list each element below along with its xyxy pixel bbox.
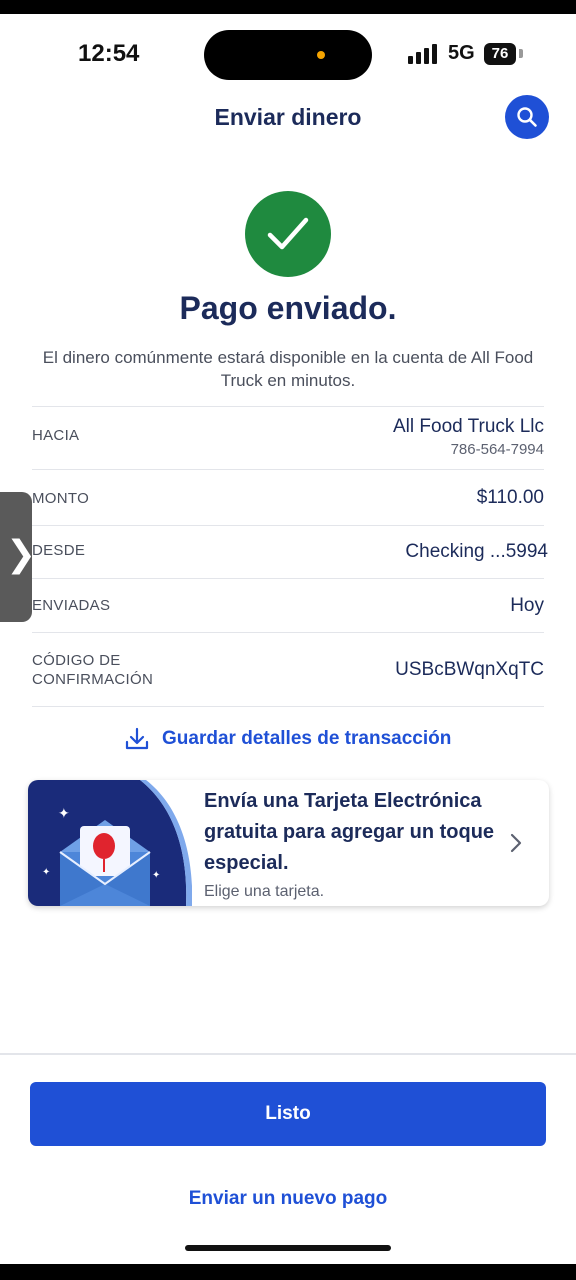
divider bbox=[32, 706, 544, 707]
confirmation-code: USBcBWqnXqTC bbox=[395, 659, 544, 680]
search-button[interactable] bbox=[505, 95, 549, 139]
success-check bbox=[245, 191, 331, 277]
privacy-indicator-dot bbox=[317, 51, 325, 59]
divider bbox=[32, 525, 544, 526]
side-drawer-handle[interactable]: ❯ bbox=[0, 492, 36, 622]
dynamic-island bbox=[204, 30, 372, 80]
done-button[interactable]: Listo bbox=[30, 1082, 546, 1146]
save-transaction-details-link[interactable]: Guardar detalles de transacción bbox=[124, 725, 451, 753]
divider bbox=[32, 578, 544, 579]
chevron-right-icon bbox=[510, 833, 522, 853]
success-message: El dinero comúnmente estará disponible e… bbox=[42, 348, 534, 390]
chevron-right-icon: ❯ bbox=[6, 533, 37, 574]
home-indicator[interactable] bbox=[185, 1245, 391, 1251]
confirmation-label-line1: CÓDIGO DE bbox=[32, 652, 121, 669]
recipient-name: All Food Truck Llc bbox=[393, 416, 544, 437]
promo-title: Envía una Tarjeta Electrónica gratuita p… bbox=[204, 790, 495, 874]
success-title: Pago enviado. bbox=[179, 290, 397, 326]
checkmark-icon bbox=[267, 217, 309, 250]
amount-value: $110.00 bbox=[476, 487, 544, 508]
from-label: DESDE bbox=[32, 542, 86, 559]
bottom-black-bar bbox=[0, 1264, 576, 1280]
status-time: 12:54 bbox=[78, 40, 140, 67]
send-new-payment-link[interactable]: Enviar un nuevo pago bbox=[0, 1188, 576, 1210]
page-title: Enviar dinero bbox=[214, 104, 362, 130]
envelope-balloon-icon: ✦ ✦ ✦ bbox=[28, 780, 192, 906]
recipient-phone: 786-564-7994 bbox=[450, 441, 544, 458]
battery-icon: 76 bbox=[484, 43, 516, 65]
divider bbox=[32, 469, 544, 470]
confirmation-label-line2: CONFIRMACIÓN bbox=[32, 671, 154, 688]
battery-tip bbox=[519, 49, 523, 58]
svg-text:✦: ✦ bbox=[42, 867, 50, 878]
download-icon bbox=[125, 727, 149, 750]
top-black-bar bbox=[0, 0, 576, 14]
ecard-promo-card[interactable]: ✦ ✦ ✦ Envía una Tarjeta Electrónica grat… bbox=[28, 780, 549, 906]
amount-label: MONTO bbox=[32, 490, 90, 507]
sent-label: ENVIADAS bbox=[32, 597, 111, 614]
save-link-label: Guardar detalles de transacción bbox=[162, 728, 452, 749]
divider bbox=[32, 632, 544, 633]
sent-value: Hoy bbox=[510, 595, 544, 616]
to-label: HACIA bbox=[32, 427, 80, 444]
from-account: Checking ...5994 bbox=[405, 541, 548, 562]
signal-icon bbox=[408, 44, 442, 64]
divider bbox=[32, 406, 544, 407]
divider bbox=[0, 1053, 576, 1055]
promo-subtitle: Elige una tarjeta. bbox=[204, 883, 325, 900]
svg-text:✦: ✦ bbox=[152, 870, 160, 881]
search-icon bbox=[517, 107, 537, 127]
svg-text:✦: ✦ bbox=[58, 805, 70, 821]
network-type: 5G bbox=[448, 42, 475, 64]
